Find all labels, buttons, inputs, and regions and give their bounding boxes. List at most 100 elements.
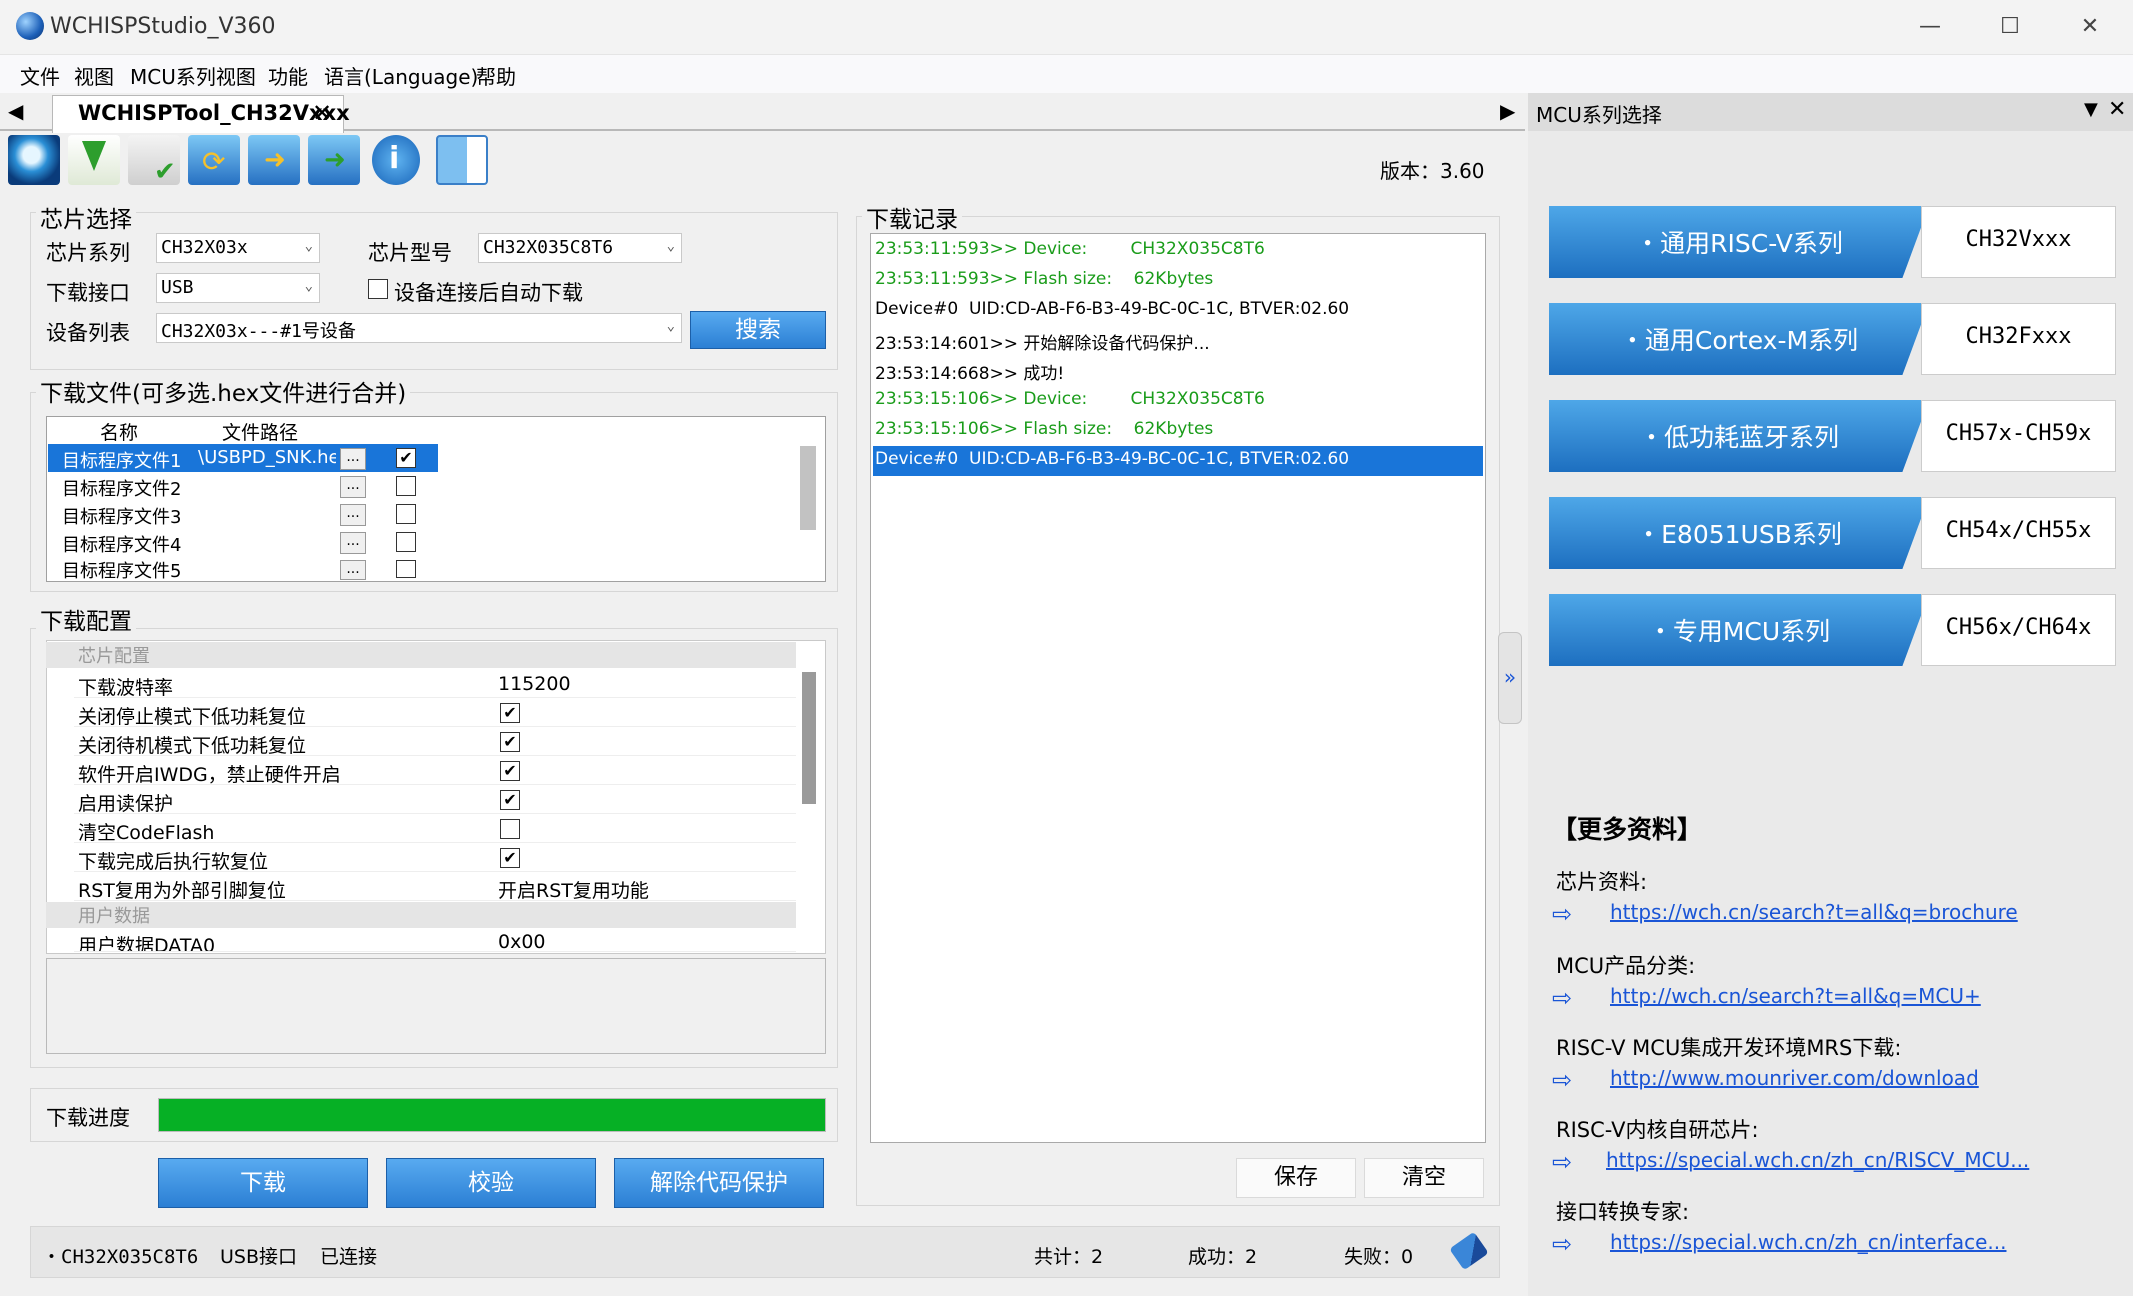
device-list-label: 设备列表 — [46, 321, 130, 345]
resource-link[interactable]: https://wch.cn/search?t=all&q=brochure — [1610, 900, 2018, 924]
menu-file[interactable]: 文件 — [20, 61, 60, 90]
config-checkbox[interactable]: ✔ — [500, 848, 520, 868]
verify-icon[interactable]: ✔ — [128, 135, 180, 187]
progress-fill — [159, 1099, 825, 1131]
config-value[interactable]: 115200 — [498, 673, 571, 695]
download-icon[interactable] — [68, 135, 120, 185]
resource-link[interactable]: http://wch.cn/search?t=all&q=MCU+ — [1610, 984, 1981, 1008]
verify-button[interactable]: 校验 — [386, 1158, 596, 1208]
log-line: 23:53:11:593>> Device: CH32X035C8T6 — [875, 239, 1265, 259]
tab-scroll-right-icon[interactable]: ▶ — [1500, 99, 1515, 123]
config-value[interactable]: 开启RST复用功能 — [498, 876, 649, 903]
resource-link[interactable]: https://special.wch.cn/zh_cn/interface..… — [1610, 1230, 2006, 1254]
browse-button[interactable]: ... — [340, 448, 366, 470]
log-line: 23:53:15:106>> Device: CH32X035C8T6 — [875, 389, 1265, 409]
unprotect-button[interactable]: 解除代码保护 — [614, 1158, 824, 1208]
file-row-checkbox[interactable] — [396, 532, 416, 552]
mcu-series-code: CH54x/CH55x — [1945, 518, 2092, 543]
config-checkbox[interactable]: ✔ — [500, 703, 520, 723]
file-row-checkbox[interactable] — [396, 504, 416, 524]
chevron-down-icon: ⌄ — [666, 238, 675, 254]
download-button[interactable]: 下载 — [158, 1158, 368, 1208]
mcu-series-name: ・低功耗蓝牙系列 — [1638, 423, 1839, 452]
mcu-series-name: ・专用MCU系列 — [1647, 617, 1831, 646]
mcu-panel-title: MCU系列选择 — [1536, 103, 1662, 127]
log-line: 23:53:14:668>> 成功! — [875, 364, 1065, 384]
mcu-series-cortex[interactable]: ・通用Cortex-M系列 CH32Fxxx — [1549, 303, 2116, 375]
chip-model-select[interactable]: CH32X035C8T6 ⌄ — [478, 233, 682, 263]
config-scrollbar[interactable] — [802, 672, 816, 804]
menu-view[interactable]: 视图 — [74, 61, 114, 90]
mcu-series-code: CH56x/CH64x — [1945, 615, 2092, 640]
mcu-series-ble[interactable]: ・低功耗蓝牙系列 CH57x-CH59x — [1549, 400, 2116, 472]
config-checkbox[interactable]: ✔ — [500, 761, 520, 781]
minimize-button[interactable]: — — [1900, 8, 1960, 46]
file-row-name[interactable]: 目标程序文件3 — [62, 503, 181, 531]
menu-help[interactable]: 帮助 — [476, 61, 516, 90]
file-row-path[interactable]: \USBPD_SNK.hex — [198, 447, 336, 475]
config-row[interactable]: 关闭待机模式下低功耗复位 ✔ — [74, 728, 796, 757]
menu-language[interactable]: 语言(Language) — [324, 61, 478, 90]
file-row-name[interactable]: 目标程序文件5 — [62, 557, 181, 579]
browse-button[interactable]: ... — [340, 532, 366, 554]
resource-link[interactable]: https://special.wch.cn/zh_cn/RISCV_MCU..… — [1606, 1148, 2029, 1172]
file-row-name[interactable]: 目标程序文件4 — [62, 531, 181, 559]
browse-button[interactable]: ... — [340, 504, 366, 526]
info-icon[interactable]: i — [372, 135, 420, 185]
export-icon[interactable]: ➜ — [248, 135, 300, 185]
config-description-box — [46, 958, 826, 1054]
browse-button[interactable]: ... — [340, 560, 366, 580]
config-row[interactable]: 下载完成后执行软复位 ✔ — [74, 844, 796, 873]
file-table-scrollbar[interactable] — [800, 446, 816, 530]
config-row[interactable]: 清空CodeFlash — [74, 815, 796, 844]
file-row-checkbox[interactable]: ✔ — [396, 448, 416, 468]
download-interface-select[interactable]: USB ⌄ — [156, 273, 320, 303]
close-window-button[interactable]: ✕ — [2060, 8, 2120, 46]
clear-log-button[interactable]: 清空 — [1364, 1158, 1484, 1198]
mcu-series-e8051[interactable]: ・E8051USB系列 CH54x/CH55x — [1549, 497, 2116, 569]
file-row-name[interactable]: 目标程序文件1 — [62, 447, 181, 475]
menu-function[interactable]: 功能 — [268, 61, 308, 90]
file-row-checkbox[interactable] — [396, 560, 416, 578]
resource-link[interactable]: http://www.mounriver.com/download — [1610, 1066, 1979, 1090]
config-row[interactable]: 启用读保护 ✔ — [74, 786, 796, 815]
config-label: 清空CodeFlash — [78, 822, 215, 844]
save-log-button[interactable]: 保存 — [1236, 1158, 1356, 1198]
file-row-checkbox[interactable] — [396, 476, 416, 496]
config-row[interactable]: 关闭停止模式下低功耗复位 ✔ — [74, 699, 796, 728]
config-row[interactable]: 软件开启IWDG，禁止硬件开启 ✔ — [74, 757, 796, 786]
refresh-icon[interactable]: ⟳ — [188, 135, 240, 185]
config-checkbox[interactable]: ✔ — [500, 732, 520, 752]
resource-label: MCU产品分类: — [1556, 954, 1696, 978]
config-checkbox[interactable]: ✔ — [500, 790, 520, 810]
mcu-series-special[interactable]: ・专用MCU系列 CH56x/CH64x — [1549, 594, 2116, 666]
browse-button[interactable]: ... — [340, 476, 366, 498]
maximize-button[interactable]: ☐ — [1980, 8, 2040, 46]
search-device-icon[interactable] — [8, 135, 60, 185]
auto-download-label: 设备连接后自动下载 — [394, 281, 583, 305]
auto-download-checkbox[interactable] — [368, 279, 388, 299]
download-interface-label: 下载接口 — [46, 281, 130, 305]
log-line-selected[interactable]: Device#0 UID:CD-AB-F6-B3-49-BC-0C-1C, BT… — [873, 446, 1483, 476]
log-box[interactable]: 23:53:11:593>> Device: CH32X035C8T6 23:5… — [870, 233, 1486, 1143]
device-list-select[interactable]: CH32X03x---#1号设备 ⌄ — [156, 313, 682, 343]
config-checkbox[interactable] — [500, 819, 520, 839]
config-value[interactable]: 0x00 — [498, 931, 546, 951]
config-row[interactable]: 下载波特率 115200 — [74, 670, 796, 699]
chip-series-select[interactable]: CH32X03x ⌄ — [156, 233, 320, 263]
search-button[interactable]: 搜索 — [690, 311, 826, 349]
config-label: 下载完成后执行软复位 — [78, 851, 269, 873]
config-row[interactable]: RST复用为外部引脚复位 开启RST复用功能 — [74, 873, 796, 903]
tab-close-icon[interactable]: ✕ — [312, 99, 332, 127]
config-row[interactable]: 用户数据DATA0 0x00 — [74, 928, 796, 952]
panel-toggle-icon[interactable] — [436, 135, 488, 185]
import-icon[interactable]: ➜ — [308, 135, 360, 185]
mcu-series-riscv[interactable]: ・通用RISC-V系列 CH32Vxxx — [1549, 206, 2116, 278]
panel-close-icon[interactable]: ✕ — [2108, 97, 2126, 122]
panel-menu-icon[interactable]: ▼ — [2084, 99, 2098, 120]
panel-collapse-icon[interactable]: » — [1498, 632, 1522, 724]
chevron-down-icon: ⌄ — [666, 318, 675, 334]
menu-mcu-series-view[interactable]: MCU系列视图 — [130, 61, 256, 90]
tab-scroll-left-icon[interactable]: ◀ — [8, 99, 23, 123]
file-row-name[interactable]: 目标程序文件2 — [62, 475, 181, 503]
